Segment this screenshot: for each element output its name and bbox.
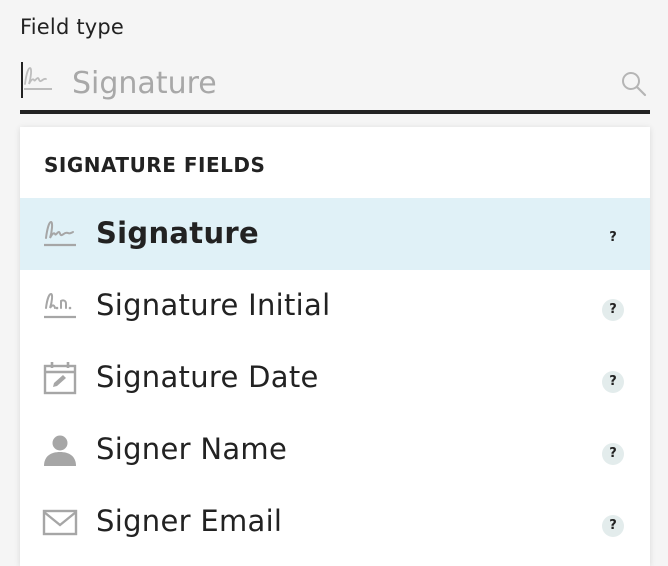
option-signer-name[interactable]: Signer Name ? bbox=[20, 414, 650, 486]
section-header-signature-fields: SIGNATURE FIELDS bbox=[44, 153, 266, 177]
help-icon[interactable]: ? bbox=[602, 515, 624, 537]
field-type-label: Field type bbox=[20, 15, 125, 39]
envelope-icon bbox=[42, 509, 78, 536]
option-label: Signer Name bbox=[96, 432, 288, 466]
option-label: Signature bbox=[96, 216, 259, 250]
signature-icon bbox=[24, 67, 52, 90]
option-label: Signature Date bbox=[96, 360, 319, 394]
field-type-search-input[interactable] bbox=[72, 63, 592, 103]
field-type-combobox[interactable] bbox=[20, 50, 650, 114]
help-icon[interactable]: ? bbox=[602, 299, 624, 321]
initials-icon bbox=[44, 292, 76, 319]
help-icon[interactable]: ? bbox=[602, 443, 624, 465]
help-icon[interactable]: ? bbox=[602, 371, 624, 393]
field-type-dropdown: SIGNATURE FIELDS Signature ? Signature I… bbox=[20, 127, 650, 566]
option-label: Signer Email bbox=[96, 504, 283, 538]
option-label: Signature Initial bbox=[96, 288, 331, 322]
option-signature[interactable]: Signature ? bbox=[20, 198, 650, 270]
text-caret bbox=[21, 62, 23, 98]
option-signer-email[interactable]: Signer Email ? bbox=[20, 486, 650, 558]
signature-icon bbox=[44, 220, 76, 247]
person-icon bbox=[44, 435, 76, 466]
search-icon[interactable] bbox=[620, 70, 648, 98]
calendar-icon bbox=[43, 362, 77, 395]
option-signature-initial[interactable]: Signature Initial ? bbox=[20, 270, 650, 342]
help-icon[interactable]: ? bbox=[602, 227, 624, 249]
field-type-picker: Field type SIGNATURE FIELDS Signature ? bbox=[0, 0, 668, 566]
option-signature-date[interactable]: Signature Date ? bbox=[20, 342, 650, 414]
